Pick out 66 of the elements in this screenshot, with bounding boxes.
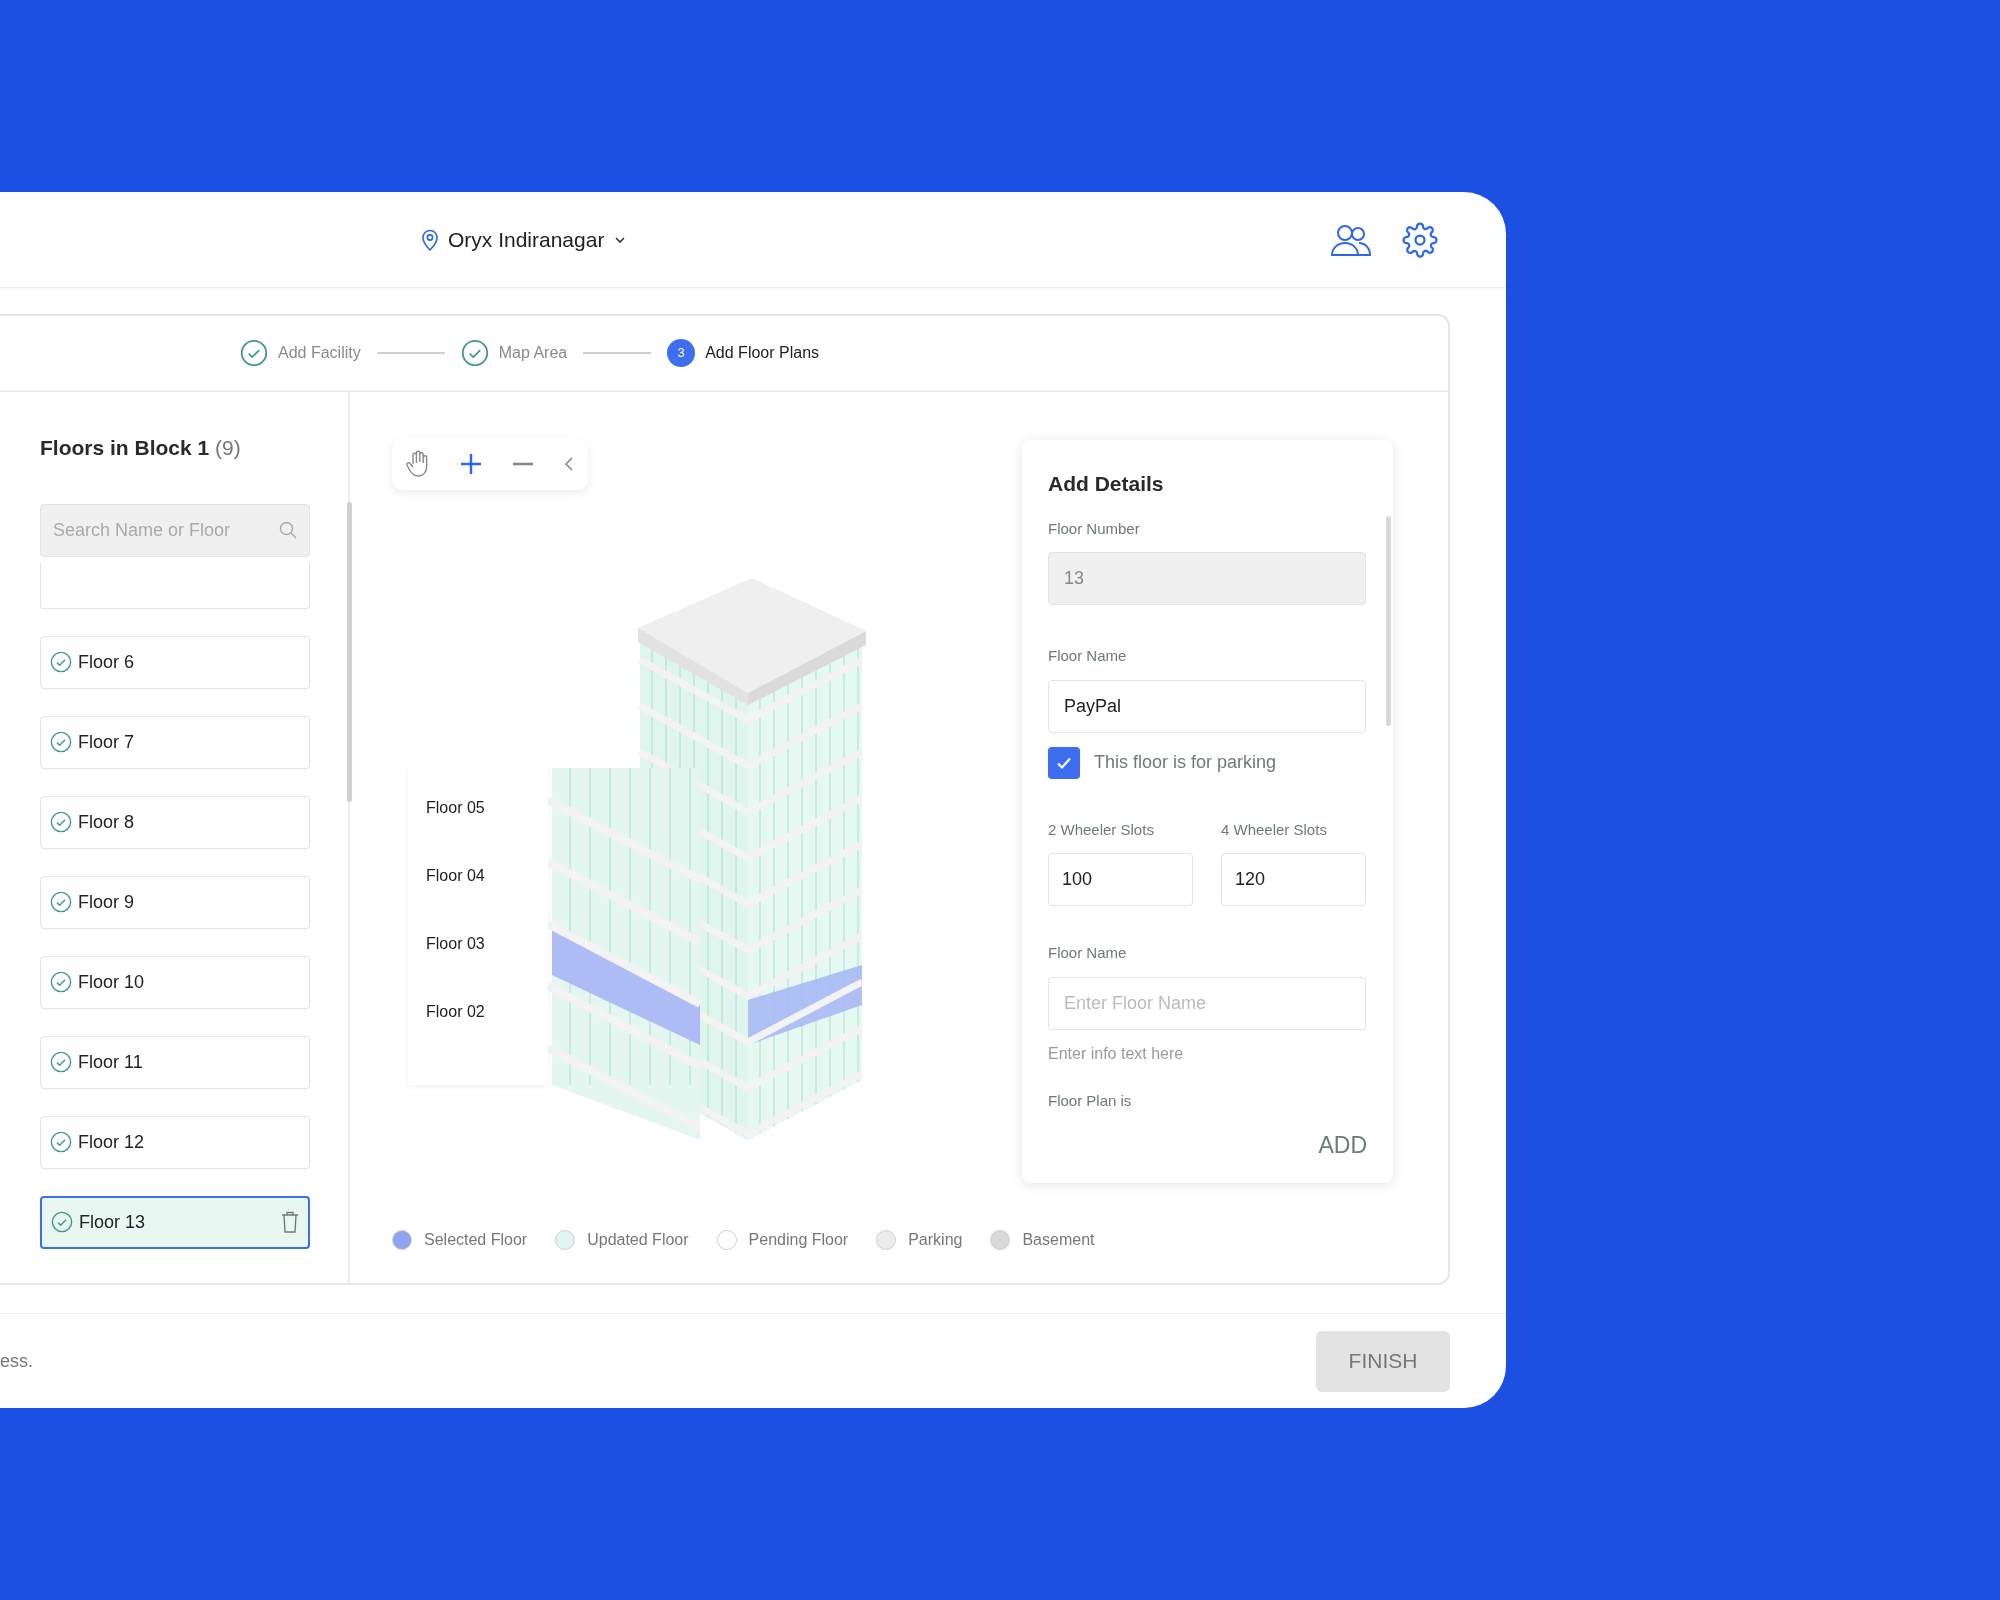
chevron-left-icon[interactable]: [564, 456, 574, 472]
floor-label[interactable]: Floor 05: [426, 797, 485, 819]
footer-text: ess.: [0, 1349, 33, 1373]
parking-checkbox[interactable]: [1048, 746, 1080, 779]
check-circle-icon: [51, 1211, 73, 1233]
floor-label: Floor 13: [79, 1210, 146, 1234]
sidebar-title: Floors in Block 1 (9): [40, 435, 242, 461]
field-label: 2 Wheeler Slots: [1048, 819, 1155, 840]
floor-label[interactable]: Floor 02: [426, 1001, 485, 1023]
legend-label: Parking: [908, 1230, 963, 1250]
floor-list-item[interactable]: Floor 10: [40, 955, 310, 1009]
floor-label: Floor 9: [78, 890, 135, 914]
field-label: Floor Name: [1048, 943, 1128, 963]
floor-name-field[interactable]: PayPal: [1048, 679, 1366, 733]
scrollbar[interactable]: [347, 502, 352, 802]
legend-label: Basement: [1022, 1230, 1095, 1250]
check-circle-icon: [50, 891, 72, 913]
floor-label: Floor 6: [78, 650, 135, 674]
floor-list-item[interactable]: Floor 12: [40, 1115, 310, 1169]
search-icon: [278, 519, 298, 540]
zoom-in-icon[interactable]: [460, 453, 482, 475]
checkbox-label: This floor is for parking: [1094, 751, 1277, 774]
floor-list-item[interactable]: Floor 8: [40, 795, 310, 849]
step-label[interactable]: Add Floor Plans: [705, 341, 820, 365]
floor-list-item[interactable]: Floor 13: [40, 1195, 310, 1249]
floor-label: Floor 8: [78, 810, 135, 834]
trash-icon[interactable]: [281, 1211, 299, 1233]
floor-label: Floor 12: [78, 1130, 145, 1154]
check-circle-icon: [50, 811, 72, 833]
field-label: Floor Number: [1048, 518, 1141, 539]
step-label[interactable]: Add Facility: [278, 341, 361, 365]
floor-name-field[interactable]: Enter Floor Name: [1048, 976, 1366, 1030]
floor-label[interactable]: Floor 04: [426, 865, 485, 887]
scrollbar[interactable]: [1386, 516, 1391, 726]
legend-label: Pending Floor: [748, 1230, 849, 1250]
step-number: 3: [667, 339, 696, 367]
check-circle-icon: [50, 651, 72, 673]
users-icon[interactable]: [1330, 222, 1372, 257]
floor-label: Floor 7: [78, 730, 135, 754]
legend-label: Selected Floor: [424, 1230, 528, 1250]
settings-icon[interactable]: [1402, 221, 1438, 258]
location-dropdown[interactable]: Oryx Indiranagar: [420, 223, 629, 256]
floor-list-item[interactable]: Floor 9: [40, 875, 310, 929]
check-circle-icon: [50, 1131, 72, 1153]
floor-list-item[interactable]: Floor 6: [40, 635, 310, 689]
check-circle-icon: [50, 731, 72, 753]
hand-icon[interactable]: [406, 450, 430, 478]
map-pin-icon: [420, 227, 440, 252]
search-field[interactable]: Search Name or Floor: [40, 503, 310, 557]
floor-label: Floor 10: [78, 970, 145, 994]
field-label: Floor Name: [1048, 646, 1128, 666]
floor-list-item[interactable]: Floor 11: [40, 1035, 310, 1089]
floor-label: Floor 11: [78, 1050, 143, 1074]
field-label: 4 Wheeler Slots: [1221, 819, 1328, 840]
floor-label[interactable]: Floor 03: [426, 933, 485, 955]
legend-label: Updated Floor: [587, 1230, 689, 1250]
check-circle-icon: [50, 1051, 72, 1073]
field-label: Floor Plan is: [1048, 1090, 1133, 1111]
floor-list-item[interactable]: Floor 7: [40, 715, 310, 769]
details-title: Add Details: [1048, 471, 1165, 497]
slots-field[interactable]: 100: [1048, 853, 1193, 906]
helper-text: Enter info text here: [1048, 1043, 1185, 1064]
check-circle-icon: [50, 971, 72, 993]
slots-field[interactable]: 120: [1221, 853, 1366, 906]
step-label[interactable]: Map Area: [498, 341, 568, 365]
add-button[interactable]: ADD: [1318, 1127, 1367, 1162]
